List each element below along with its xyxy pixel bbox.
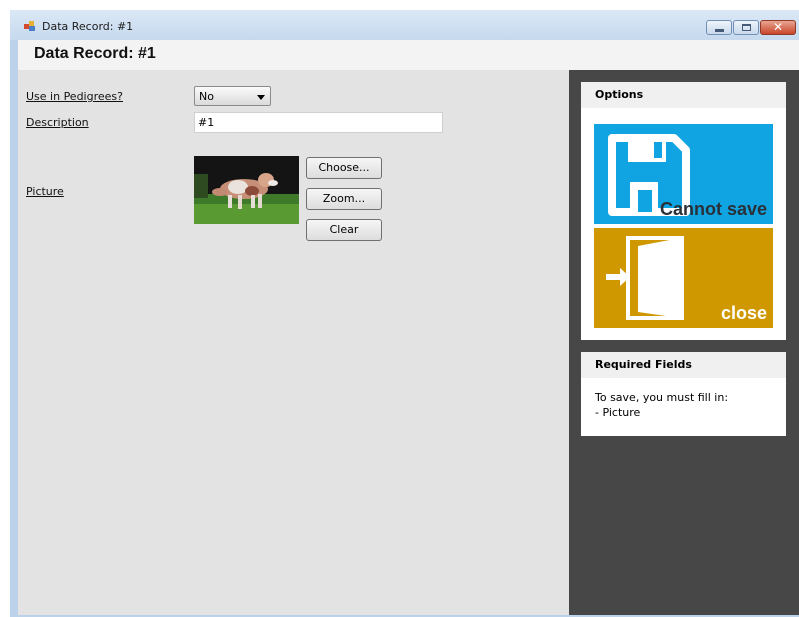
close-window-button[interactable]: ✕ bbox=[760, 20, 796, 35]
description-input[interactable]: #1 bbox=[194, 112, 443, 133]
clear-picture-button[interactable]: Clear bbox=[306, 219, 382, 241]
pedigree-select-value: No bbox=[199, 90, 214, 103]
app-window: Data Record: #1 ✕ Data Record: #1 Use in… bbox=[10, 10, 799, 617]
picture-thumbnail bbox=[194, 156, 299, 224]
required-fields-line: To save, you must fill in: bbox=[595, 391, 729, 404]
required-fields-title: Required Fields bbox=[581, 352, 786, 378]
app-icon bbox=[24, 21, 36, 31]
title-bar[interactable]: Data Record: #1 ✕ bbox=[10, 10, 799, 40]
description-input-value: #1 bbox=[198, 116, 215, 129]
zoom-picture-button[interactable]: Zoom... bbox=[306, 188, 382, 210]
record-header: Data Record: #1 bbox=[18, 40, 799, 70]
maximize-button[interactable] bbox=[733, 20, 759, 35]
required-fields-line: - Picture bbox=[595, 406, 641, 419]
maximize-icon bbox=[742, 24, 751, 31]
picture-label[interactable]: Picture bbox=[26, 185, 64, 198]
window-title: Data Record: #1 bbox=[42, 20, 134, 33]
chevron-down-icon bbox=[257, 95, 265, 100]
required-fields-panel: Required Fields To save, you must fill i… bbox=[581, 352, 786, 436]
cannot-save-tile[interactable]: Cannot save bbox=[594, 124, 773, 224]
options-title: Options bbox=[581, 82, 786, 108]
pedigree-label[interactable]: Use in Pedigrees? bbox=[26, 90, 123, 103]
side-panel: Options Cannot save close Required Field… bbox=[569, 70, 799, 615]
required-fields-message: To save, you must fill in: - Picture bbox=[581, 378, 786, 420]
description-label[interactable]: Description bbox=[26, 116, 89, 129]
minimize-button[interactable] bbox=[706, 20, 732, 35]
close-label: close bbox=[720, 303, 767, 323]
close-tile[interactable]: close bbox=[594, 228, 773, 328]
choose-picture-button[interactable]: Choose... bbox=[306, 157, 382, 179]
form-area: Use in Pedigrees? No Description #1 Pict… bbox=[18, 70, 569, 615]
cannot-save-label: Cannot save bbox=[659, 199, 767, 219]
page-title: Data Record: #1 bbox=[34, 45, 156, 62]
options-panel: Options Cannot save close bbox=[581, 82, 786, 340]
close-icon: ✕ bbox=[773, 20, 784, 34]
dog-photo bbox=[194, 156, 299, 224]
minimize-icon bbox=[715, 29, 724, 32]
pedigree-select[interactable]: No bbox=[194, 86, 271, 106]
